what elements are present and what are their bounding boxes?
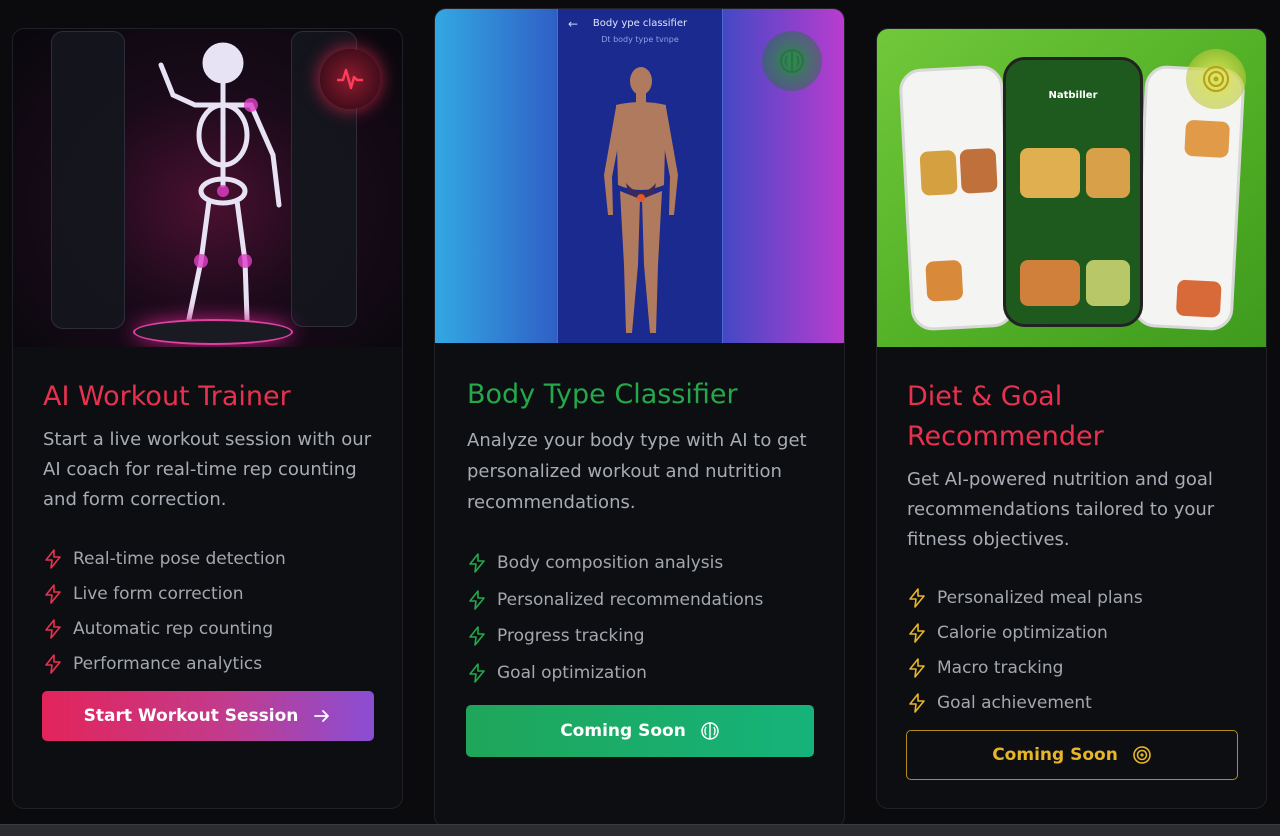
- feature-label: Calorie optimization: [937, 622, 1108, 643]
- lightning-icon: [907, 587, 927, 608]
- workout-hero-image: [13, 29, 402, 347]
- lightning-icon: [467, 553, 487, 574]
- feature-item: Goal optimization: [467, 655, 763, 692]
- screen-subtitle: Dt body type tvnpe: [601, 35, 679, 44]
- lightning-icon: [43, 583, 63, 604]
- card-title: Body Type Classifier: [467, 379, 738, 410]
- feature-item: Personalized recommendations: [467, 582, 763, 619]
- card-ai-workout-trainer: AI Workout Trainer Start a live workout …: [12, 28, 403, 809]
- lightning-icon: [467, 589, 487, 610]
- feature-item: Goal achievement: [907, 685, 1143, 720]
- feature-item: Body composition analysis: [467, 545, 763, 582]
- lightning-icon: [43, 618, 63, 639]
- heartbeat-icon: [337, 68, 363, 90]
- phone-center: Natbiller: [1003, 57, 1143, 327]
- target-badge: [1186, 49, 1246, 109]
- card-description: Get AI-powered nutrition and goal recomm…: [907, 469, 1215, 550]
- target-icon: [1202, 65, 1230, 93]
- skeleton-figure: [158, 42, 282, 322]
- stats-panel-left: [51, 31, 125, 329]
- feature-item: Automatic rep counting: [43, 611, 286, 646]
- feature-item: Live form correction: [43, 576, 286, 611]
- lightning-icon: [907, 692, 927, 713]
- card-body-type-classifier: ← Body ype classifier Dt body type tvnpe: [434, 8, 845, 828]
- card-title: AI Workout Trainer: [43, 381, 291, 412]
- lightning-icon: [907, 657, 927, 678]
- feature-label: Live form correction: [73, 583, 244, 604]
- button-label: Start Workout Session: [83, 706, 299, 726]
- lightning-icon: [467, 626, 487, 647]
- body-type-hero-image: ← Body ype classifier Dt body type tvnpe: [435, 9, 844, 343]
- target-icon: [1132, 745, 1152, 765]
- feature-item: Performance analytics: [43, 646, 286, 681]
- lightning-icon: [43, 653, 63, 674]
- feature-item: Personalized meal plans: [907, 580, 1143, 615]
- feature-list: Personalized meal plans Calorie optimiza…: [907, 580, 1143, 720]
- card-description: Analyze your body type with AI to get pe…: [467, 430, 807, 513]
- button-label: Coming Soon: [992, 745, 1118, 765]
- brain-icon: [700, 721, 720, 741]
- brain-badge: [762, 31, 822, 91]
- lightning-icon: [467, 662, 487, 683]
- feature-list: Real-time pose detection Live form corre…: [43, 541, 286, 681]
- lightning-icon: [43, 548, 63, 569]
- coming-soon-button[interactable]: Coming Soon: [906, 730, 1238, 780]
- feature-item: Real-time pose detection: [43, 541, 286, 576]
- start-workout-button[interactable]: Start Workout Session: [42, 691, 374, 741]
- feature-label: Personalized meal plans: [937, 587, 1143, 608]
- bottom-scrollbar[interactable]: [0, 824, 1280, 836]
- feature-label: Personalized recommendations: [497, 589, 764, 610]
- phone-title: Natbiller: [1048, 90, 1098, 101]
- screen-title: Body ype classifier: [592, 18, 688, 29]
- feature-label: Automatic rep counting: [73, 618, 274, 639]
- feature-label: Goal achievement: [937, 692, 1092, 713]
- card-title: Diet & Goal Recommender: [907, 381, 1104, 452]
- diet-hero-image: Natbiller: [877, 29, 1266, 347]
- feature-label: Performance analytics: [73, 653, 263, 674]
- human-body-model: [604, 67, 678, 333]
- button-label: Coming Soon: [560, 721, 686, 741]
- feature-item: Macro tracking: [907, 650, 1143, 685]
- phone-screen: ← Body ype classifier Dt body type tvnpe: [557, 9, 723, 343]
- feature-item: Calorie optimization: [907, 615, 1143, 650]
- platform-base: [133, 319, 293, 345]
- feature-label: Macro tracking: [937, 657, 1064, 678]
- feature-label: Body composition analysis: [497, 553, 724, 574]
- lightning-icon: [907, 622, 927, 643]
- feature-item: Progress tracking: [467, 618, 763, 655]
- brain-icon: [780, 49, 804, 73]
- feature-label: Goal optimization: [497, 662, 647, 683]
- coming-soon-button[interactable]: Coming Soon: [466, 705, 814, 757]
- feature-label: Real-time pose detection: [73, 548, 286, 569]
- card-diet-goal-recommender: Natbiller Diet & Goal Recommender Get AI…: [876, 28, 1267, 809]
- card-description: Start a live workout session with our AI…: [43, 429, 372, 510]
- heartbeat-badge: [320, 49, 380, 109]
- feature-label: Progress tracking: [497, 626, 645, 647]
- phone-left: [898, 64, 1016, 332]
- arrow-right-icon: [312, 706, 332, 726]
- feature-list: Body composition analysis Personalized r…: [467, 545, 763, 691]
